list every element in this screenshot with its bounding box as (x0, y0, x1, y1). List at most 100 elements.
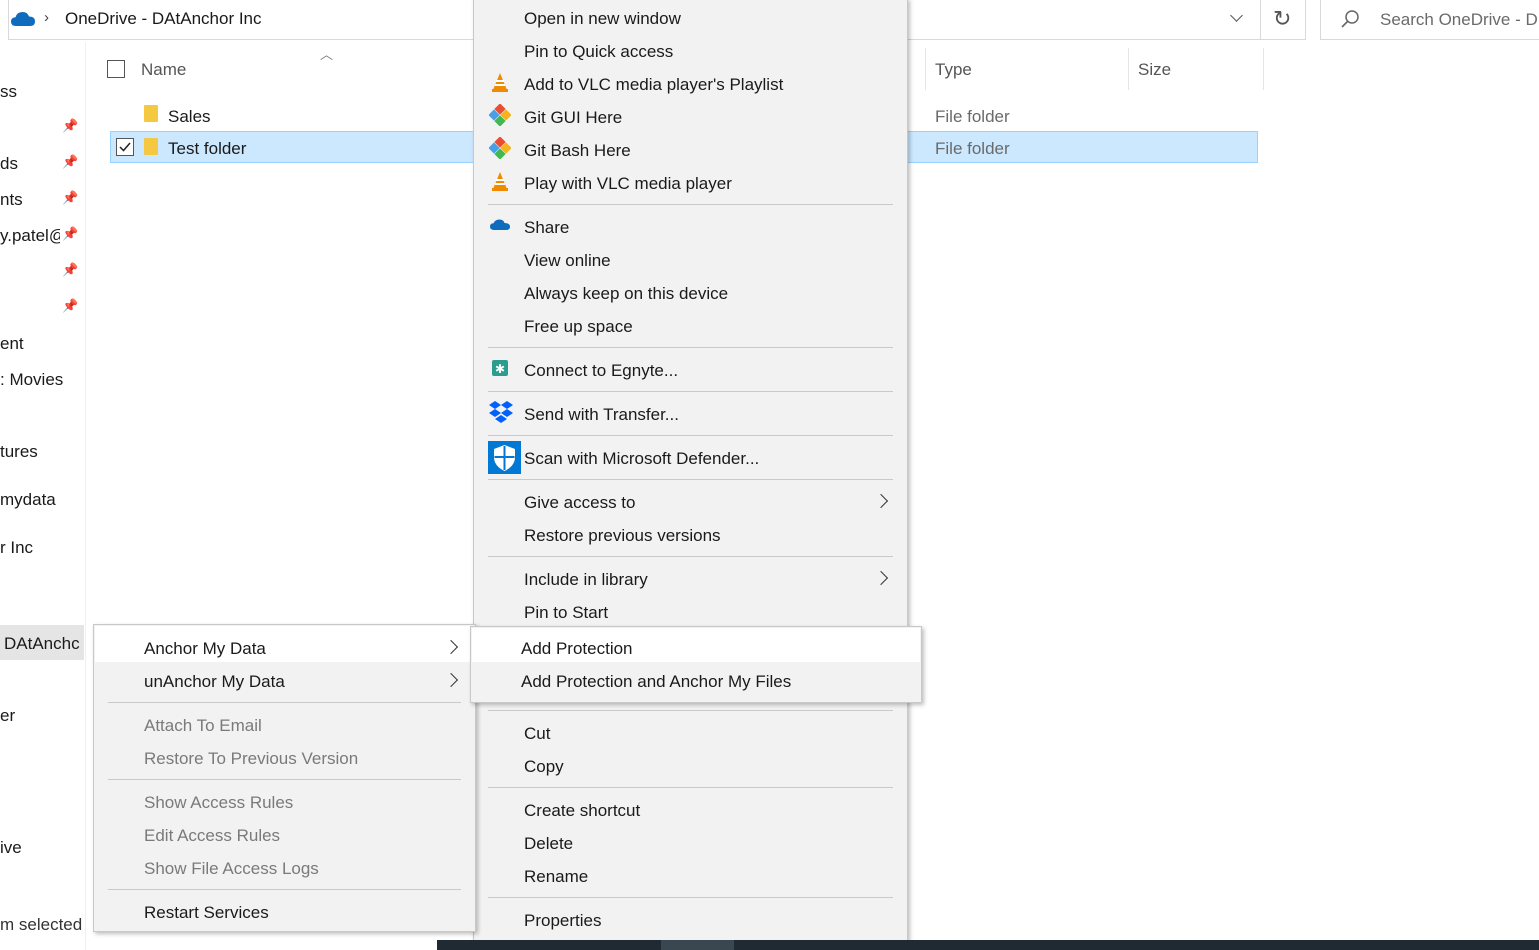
pin-icon: 📌 (62, 154, 79, 169)
egnyte-icon: ✱ (492, 360, 508, 376)
menu-separator (488, 479, 893, 480)
nav-item[interactable]: ent (0, 334, 84, 354)
file-name[interactable]: Test folder (168, 139, 246, 159)
protection-submenu: Add Protection Add Protection and Anchor… (470, 626, 922, 703)
menu-restore-previous-version: Restore To Previous Version (144, 749, 359, 768)
menu-separator (108, 779, 461, 780)
menu-separator (488, 556, 893, 557)
menu-share[interactable]: Share (524, 218, 569, 238)
datanchor-submenu: Anchor My Data unAnchor My Data Attach T… (93, 624, 476, 932)
menu-connect-egnyte[interactable]: Connect to Egnyte... (524, 361, 678, 381)
folder-icon (144, 138, 158, 155)
folder-icon (144, 105, 158, 122)
menu-view-online[interactable]: View online (524, 251, 611, 271)
nav-item[interactable]: : Movies (0, 370, 84, 390)
menu-separator (108, 889, 461, 890)
sort-ascending-icon: ︿ (320, 47, 334, 62)
onedrive-cloud-icon (11, 12, 35, 26)
menu-pin-start[interactable]: Pin to Start (524, 603, 608, 623)
checkmark-icon (119, 142, 131, 152)
vlc-icon (492, 172, 508, 191)
status-selected-count: m selected (0, 915, 83, 934)
dropbox-icon (489, 401, 513, 423)
menu-separator (488, 347, 893, 348)
menu-vlc-add-playlist[interactable]: Add to VLC media player's Playlist (524, 75, 783, 95)
menu-properties[interactable]: Properties (524, 911, 601, 931)
column-divider[interactable] (1263, 48, 1264, 90)
refresh-icon[interactable]: ↻ (1273, 6, 1291, 32)
menu-restore-previous[interactable]: Restore previous versions (524, 526, 721, 546)
nav-item[interactable]: tures (0, 442, 84, 462)
context-menu: Open in new window Pin to Quick access A… (473, 0, 908, 942)
menu-separator (488, 710, 893, 711)
menu-pin-quick-access[interactable]: Pin to Quick access (524, 42, 673, 62)
menu-restart-services[interactable]: Restart Services (144, 903, 269, 923)
menu-vlc-play[interactable]: Play with VLC media player (524, 174, 732, 194)
menu-anchor-my-data[interactable]: Anchor My Data (144, 639, 266, 659)
pin-icon: 📌 (62, 298, 79, 313)
nav-item[interactable]: er (0, 706, 84, 726)
column-header-type[interactable]: Type (935, 60, 972, 80)
menu-separator (488, 787, 893, 788)
submenu-chevron-icon (443, 672, 459, 688)
menu-show-access-rules: Show Access Rules (144, 793, 294, 812)
menu-delete[interactable]: Delete (524, 834, 573, 854)
menu-git-bash[interactable]: Git Bash Here (524, 141, 631, 161)
menu-unanchor-my-data[interactable]: unAnchor My Data (144, 672, 285, 692)
submenu-chevron-icon (873, 493, 889, 509)
select-all-checkbox[interactable] (107, 60, 125, 78)
file-name[interactable]: Sales (168, 107, 211, 127)
menu-rename[interactable]: Rename (524, 867, 588, 887)
search-input[interactable]: Search OneDrive - D (1380, 10, 1538, 30)
search-icon (1341, 10, 1359, 28)
nav-item-datanchor[interactable]: DAtAnchc (4, 634, 84, 654)
nav-item[interactable]: ive (0, 838, 84, 858)
taskbar (437, 940, 1539, 950)
menu-send-transfer[interactable]: Send with Transfer... (524, 405, 679, 425)
vlc-icon (492, 73, 508, 92)
column-divider[interactable] (1128, 48, 1129, 90)
menu-copy[interactable]: Copy (524, 757, 564, 777)
menu-give-access[interactable]: Give access to (524, 493, 636, 513)
pin-icon: 📌 (62, 190, 79, 205)
address-divider (1260, 0, 1261, 40)
pin-icon: 📌 (62, 262, 79, 277)
nav-item[interactable]: y.patel@ (0, 226, 60, 246)
address-dropdown-chevron-icon[interactable] (1228, 8, 1246, 28)
column-header-name[interactable]: Name (141, 60, 186, 80)
menu-separator (488, 391, 893, 392)
menu-attach-email: Attach To Email (144, 716, 262, 735)
menu-cut[interactable]: Cut (524, 724, 550, 744)
breadcrumb-chevron-icon: › (44, 9, 49, 26)
nav-item[interactable]: nts (0, 190, 60, 210)
git-bash-icon (489, 137, 511, 159)
onedrive-cloud-icon (490, 219, 510, 230)
menu-separator (108, 702, 461, 703)
pin-icon: 📌 (62, 118, 79, 133)
column-header-size[interactable]: Size (1138, 60, 1171, 80)
menu-separator (488, 435, 893, 436)
nav-item[interactable]: r Inc (0, 538, 84, 558)
svg-text:✱: ✱ (495, 362, 505, 376)
menu-git-gui[interactable]: Git GUI Here (524, 108, 622, 128)
column-divider[interactable] (925, 48, 926, 90)
nav-item[interactable]: ss (0, 82, 84, 102)
menu-scan-defender[interactable]: Scan with Microsoft Defender... (524, 449, 759, 469)
menu-always-keep[interactable]: Always keep on this device (524, 284, 728, 304)
menu-separator (488, 204, 893, 205)
breadcrumb-onedrive[interactable]: OneDrive - DAtAnchor Inc (65, 9, 262, 29)
menu-create-shortcut[interactable]: Create shortcut (524, 801, 640, 821)
git-gui-icon (489, 104, 511, 126)
taskbar-button[interactable] (661, 940, 734, 950)
nav-item[interactable]: ds (0, 154, 60, 174)
menu-add-protection-anchor[interactable]: Add Protection and Anchor My Files (521, 672, 791, 692)
pin-icon: 📌 (62, 226, 79, 241)
nav-item[interactable]: mydata (0, 490, 84, 510)
menu-free-up-space[interactable]: Free up space (524, 317, 633, 337)
menu-open-new-window[interactable]: Open in new window (524, 9, 681, 29)
menu-include-library[interactable]: Include in library (524, 570, 648, 590)
menu-edit-access-rules: Edit Access Rules (144, 826, 281, 845)
defender-shield-icon (488, 441, 521, 474)
menu-add-protection[interactable]: Add Protection (521, 639, 633, 659)
menu-separator (488, 897, 893, 898)
